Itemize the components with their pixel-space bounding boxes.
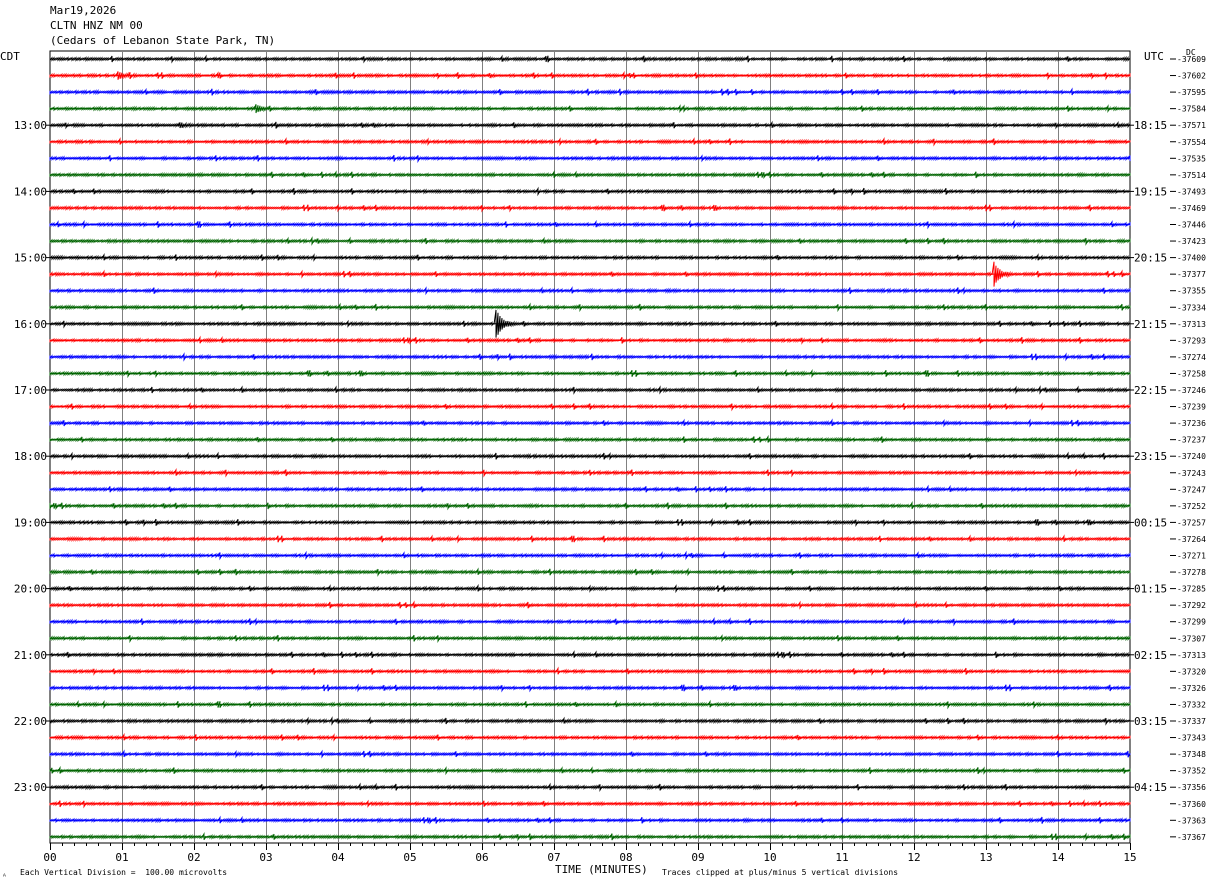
cdt-hour-label: 13:00 <box>14 119 47 132</box>
utc-hour-label: 00:15 <box>1134 516 1167 529</box>
dc-offset-label: -37367 <box>1177 833 1206 842</box>
corner-mark: ᴬ <box>2 872 7 881</box>
dc-offset-label: -37343 <box>1177 734 1206 743</box>
dc-offset-label: -37377 <box>1177 270 1206 279</box>
x-tick-label: 00 <box>43 851 56 864</box>
dc-offset-label: -37293 <box>1177 336 1206 345</box>
utc-hour-label: 18:15 <box>1134 119 1167 132</box>
x-tick-label: 05 <box>403 851 416 864</box>
dc-offset-label: -37313 <box>1177 651 1206 660</box>
dc-offset-label: -37239 <box>1177 403 1206 412</box>
dc-offset-label: -37257 <box>1177 518 1206 527</box>
dc-offset-label: -37493 <box>1177 187 1206 196</box>
utc-hour-label: 23:15 <box>1134 450 1167 463</box>
x-tick-label: 12 <box>907 851 920 864</box>
dc-offset-label: -37236 <box>1177 419 1206 428</box>
x-tick-label: 14 <box>1051 851 1065 864</box>
x-tick-label: 11 <box>835 851 848 864</box>
dc-offset-label: -37423 <box>1177 237 1206 246</box>
dc-offset-label: -37271 <box>1177 552 1206 561</box>
dc-offset-label: -37595 <box>1177 88 1206 97</box>
dc-offset-label: -37247 <box>1177 485 1206 494</box>
clip-note: Traces clipped at plus/minus 5 vertical … <box>662 868 899 877</box>
dc-offset-label: -37334 <box>1177 303 1206 312</box>
x-tick-label: 04 <box>331 851 345 864</box>
cdt-hour-label: 19:00 <box>14 516 47 529</box>
dc-offset-label: -37237 <box>1177 436 1206 445</box>
utc-hour-label: 20:15 <box>1134 252 1167 265</box>
x-tick-label: 15 <box>1123 851 1136 864</box>
utc-hour-label: 19:15 <box>1134 185 1167 198</box>
dc-offset-label: -37514 <box>1177 171 1206 180</box>
x-tick-label: 03 <box>259 851 272 864</box>
utc-hour-label: 21:15 <box>1134 318 1167 331</box>
cdt-hour-label: 21:00 <box>14 649 47 662</box>
utc-hour-label: 02:15 <box>1134 649 1167 662</box>
dc-offset-label: -37246 <box>1177 386 1206 395</box>
x-tick-label: 02 <box>187 851 200 864</box>
cdt-hour-label: 15:00 <box>14 252 47 265</box>
dc-offset-label: -37264 <box>1177 535 1206 544</box>
utc-hour-label: 22:15 <box>1134 384 1167 397</box>
dc-offset-label: -37469 <box>1177 204 1206 213</box>
dc-offset-label: -37313 <box>1177 320 1206 329</box>
utc-hour-label: 04:15 <box>1134 781 1167 794</box>
cdt-hour-label: 16:00 <box>14 318 47 331</box>
dc-offset-label: -37535 <box>1177 154 1206 163</box>
x-tick-label: 13 <box>979 851 992 864</box>
dc-offset-label: -37307 <box>1177 634 1206 643</box>
x-tick-label: 06 <box>475 851 488 864</box>
dc-offset-label: -37356 <box>1177 783 1206 792</box>
utc-hour-label: 03:15 <box>1134 715 1167 728</box>
dc-offset-label: -37258 <box>1177 369 1206 378</box>
cdt-hour-label: 17:00 <box>14 384 47 397</box>
plot-frame <box>49 50 1131 844</box>
dc-offset-label: -37274 <box>1177 353 1206 362</box>
dc-offset-label: -37240 <box>1177 452 1206 461</box>
dc-offset-label: -37352 <box>1177 767 1206 776</box>
dc-offset-label: -37332 <box>1177 700 1206 709</box>
dc-offset-label: -37571 <box>1177 121 1206 130</box>
dc-offset-label: -37360 <box>1177 800 1206 809</box>
dc-offset-label: -37355 <box>1177 287 1206 296</box>
dc-offset-label: -37602 <box>1177 72 1206 81</box>
dc-offset-label: -37348 <box>1177 750 1206 759</box>
dc-offset-label: -37292 <box>1177 601 1206 610</box>
x-axis-title: TIME (MINUTES) <box>555 863 648 876</box>
dc-offset-label: -37337 <box>1177 717 1206 726</box>
dc-offset-label: -37584 <box>1177 105 1206 114</box>
x-tick-label: 01 <box>115 851 128 864</box>
scale-note: Each Vertical Division = 100.00 microvol… <box>20 868 228 877</box>
dc-offset-label: -37554 <box>1177 138 1206 147</box>
dc-offset-label: -37446 <box>1177 221 1206 230</box>
dc-offset-label: -37285 <box>1177 585 1206 594</box>
helicorder-chart: 00 01 02 03 04 05 06 07 08 09 10 11 12 13 14 15-37609-3… <box>14 50 1206 864</box>
cdt-hour-label: 18:00 <box>14 450 47 463</box>
dc-offset-label: -37252 <box>1177 502 1206 511</box>
cdt-hour-label: 22:00 <box>14 715 47 728</box>
dc-offset-label: -37326 <box>1177 684 1206 693</box>
dc-offset-label: -37400 <box>1177 254 1206 263</box>
x-tick-label: 10 <box>763 851 776 864</box>
cdt-hour-label: 23:00 <box>14 781 47 794</box>
dc-offset-label: -37243 <box>1177 469 1206 478</box>
dc-offset-label: -37278 <box>1177 568 1206 577</box>
dc-offset-label: -37609 <box>1177 55 1206 64</box>
dc-offset-label: -37363 <box>1177 816 1206 825</box>
x-tick-label: 09 <box>691 851 704 864</box>
cdt-hour-label: 14:00 <box>14 185 47 198</box>
dc-offset-label: -37299 <box>1177 618 1206 627</box>
cdt-hour-label: 20:00 <box>14 583 47 596</box>
utc-hour-label: 01:15 <box>1134 583 1167 596</box>
dc-offset-label: -37320 <box>1177 667 1206 676</box>
